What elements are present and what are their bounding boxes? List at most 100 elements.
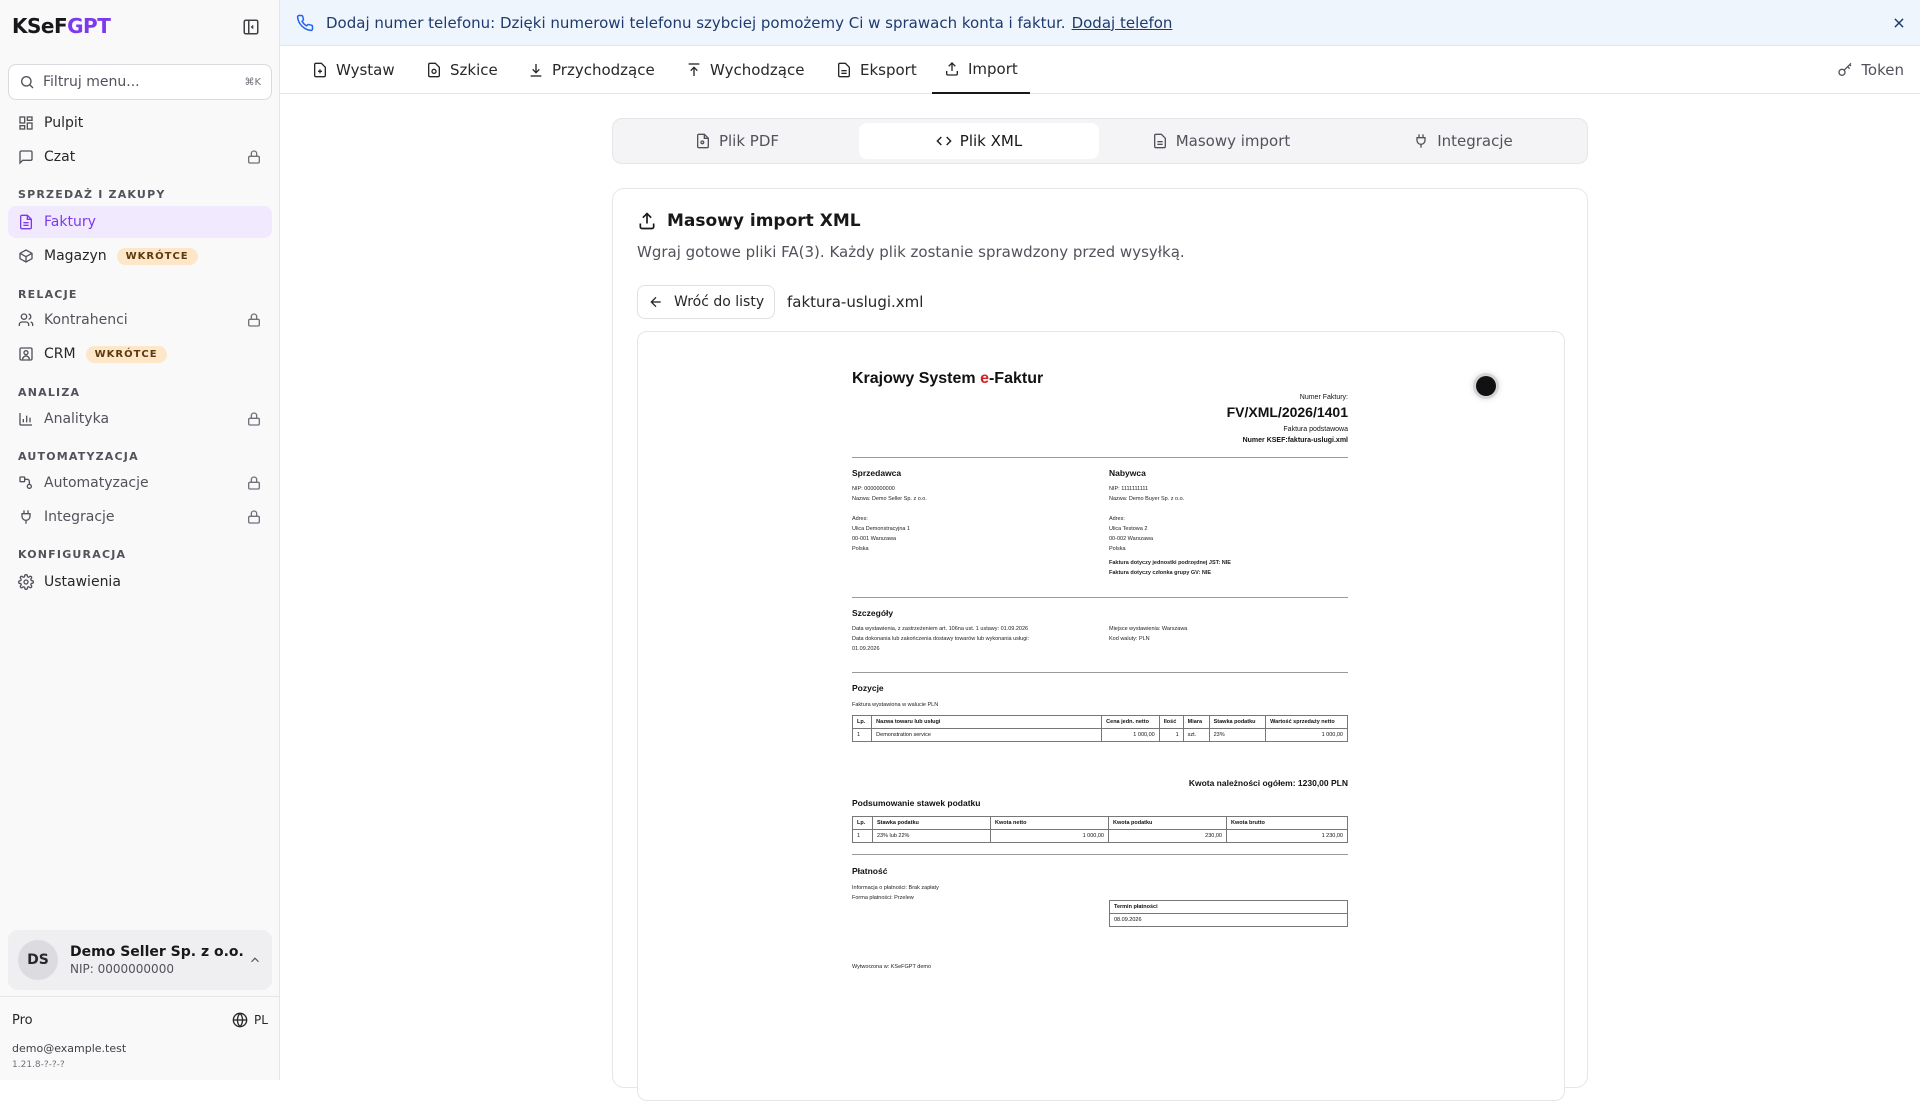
sidebar-toggle-icon[interactable] (242, 18, 260, 36)
tab-wystaw[interactable]: Wystaw (312, 46, 395, 94)
sidebar-item-faktury[interactable]: Faktury (8, 206, 272, 238)
phone-banner: Dodaj numer telefonu: Dzięki numerowi te… (280, 0, 1920, 46)
app-version: 1.21.8-?-?-? (12, 1060, 65, 1070)
section-automation: AUTOMATYZACJA (18, 450, 139, 463)
avatar: DS (18, 940, 58, 980)
total-amount: Kwota należności ogółem: 1230,00 PLN (1188, 778, 1348, 788)
subtab-integrations[interactable]: Integracje (1343, 123, 1583, 159)
tab-szkice[interactable]: Szkice (426, 46, 498, 94)
plan-label: Pro (12, 1013, 33, 1028)
file-name: faktura-uslugi.xml (787, 293, 924, 311)
contact-card-icon (19, 347, 33, 361)
buyer-details: NIP: 1111111111 Nazwa: Demo Buyer Sp. z o… (1109, 486, 1231, 576)
top-nav: Wystaw Szkice Przychodzące Wychodzące Ek… (280, 46, 1920, 94)
tab-przychodzace[interactable]: Przychodzące (528, 46, 655, 94)
divider (852, 854, 1348, 855)
workflow-icon (19, 476, 32, 489)
close-icon[interactable] (1892, 16, 1906, 30)
buyer-heading: Nabywca (1109, 468, 1146, 478)
users-icon (18, 313, 34, 326)
shortcut-hint: ⌘K (244, 76, 261, 88)
user-email: demo@example.test (12, 1042, 127, 1055)
dashboard-icon (19, 116, 33, 130)
sidebar-item-ustawienia[interactable]: Ustawienia (8, 566, 272, 598)
seller-heading: Sprzedawca (852, 468, 902, 478)
section-sales: SPRZEDAŻ I ZAKUPY (18, 188, 166, 201)
sidebar-item-kontrahenci[interactable]: Kontrahenci (8, 304, 272, 336)
lock-icon (248, 412, 260, 426)
sidebar-item-automatyzacje[interactable]: Automatyzacje (8, 467, 272, 499)
payment-heading: Płatność (852, 866, 888, 876)
phone-icon (296, 14, 314, 31)
cursor-dot (1476, 376, 1496, 396)
back-to-list-button[interactable]: Wróć do listy (637, 285, 776, 319)
filter-placeholder: Filtruj menu... (43, 74, 140, 90)
upload-icon (639, 212, 655, 230)
tab-import[interactable]: Import (932, 46, 1030, 94)
globe-icon (232, 1012, 248, 1028)
code-icon (936, 136, 952, 146)
items-note: Faktura wystawiona w walucie PLN (852, 702, 939, 708)
table-row: 1 23% lub 22% 1 000,00 230,00 1 230,00 (852, 829, 1348, 843)
subtab-pdf[interactable]: Plik PDF (617, 123, 857, 159)
invoice-number: FV/XML/2026/1401 (1226, 404, 1348, 420)
file-text-icon (1153, 133, 1166, 149)
invoice-type: Faktura podstawowa (1283, 426, 1348, 433)
plug-icon (1416, 134, 1426, 148)
upload-icon (688, 63, 700, 76)
table-row: 1 Demonstration service 1 000,00 1 szt. 23% 1 … (851, 728, 1348, 742)
sidebar-item-analityka[interactable]: Analityka (8, 403, 272, 435)
section-relations: RELACJE (18, 288, 78, 301)
lock-icon (248, 313, 260, 327)
file-pdf-icon (696, 133, 709, 149)
tax-summary-heading: Podsumowanie stawek podatku (852, 798, 981, 808)
doc-title: Krajowy System e-Faktur (852, 370, 1044, 387)
package-icon (19, 249, 33, 263)
card-title: Masowy import XML (637, 211, 861, 231)
token-button[interactable]: Token (1837, 46, 1904, 94)
sidebar-item-pulpit[interactable]: Pulpit (8, 107, 272, 139)
file-text-icon (838, 62, 850, 78)
invoice-number-label: Numer Faktury: (1299, 394, 1348, 401)
xml-import-card: Masowy import XML Wgraj gotowe pliki FA(… (612, 188, 1588, 1101)
account-switcher[interactable]: DS Demo Seller Sp. z o.o. NIP: 000000000… (8, 930, 272, 990)
subtab-xml[interactable]: Plik XML (859, 123, 1099, 159)
app-logo[interactable]: KSeFGPT (12, 14, 111, 38)
search-icon (21, 76, 34, 89)
language-switcher[interactable]: PL (232, 1012, 268, 1028)
seller-details: NIP: 0000000000 Nazwa: Demo Seller Sp. z … (852, 486, 927, 552)
bar-chart-icon (19, 413, 32, 426)
section-config: KONFIGURACJA (18, 548, 127, 561)
divider (852, 457, 1348, 458)
details-heading: Szczegóły (852, 608, 894, 618)
soon-badge: WKRÓTCE (116, 247, 198, 265)
sidebar-item-integracje[interactable]: Integracje (8, 501, 272, 533)
payment-term-box: Termin płatności 08.09.2026 (1109, 900, 1348, 927)
items-table: Lp. Nazwa towaru lub usługi Cena jedn. net… (851, 715, 1348, 742)
upload-icon (946, 62, 958, 76)
sidebar-item-magazyn[interactable]: Magazyn WKRÓTCE (8, 240, 272, 272)
invoice-preview[interactable]: Krajowy System e-Faktur Numer Faktury: F… (637, 331, 1565, 1101)
draft-icon (428, 62, 440, 78)
menu-filter-input[interactable]: Filtruj menu... ⌘K (8, 64, 272, 100)
banner-text: Dodaj numer telefonu: Dzięki numerowi te… (326, 13, 1066, 32)
invoice-document: Krajowy System e-Faktur Numer Faktury: F… (851, 370, 1348, 970)
tab-eksport[interactable]: Eksport (836, 46, 917, 94)
soon-badge: WKRÓTCE (85, 345, 167, 363)
subtab-mass-import[interactable]: Masowy import (1101, 123, 1341, 159)
sidebar: KSeFGPT Filtruj menu... ⌘K Pulpit Czat S… (0, 0, 280, 1080)
details-dates: Data wystawienia, z zastrzeżeniem art. 1… (852, 626, 1030, 652)
tab-wychodzace[interactable]: Wychodzące (686, 46, 804, 94)
sidebar-item-crm[interactable]: CRM WKRÓTCE (8, 338, 272, 370)
chat-icon (19, 150, 33, 165)
arrow-left-icon (650, 296, 661, 308)
divider (0, 996, 280, 997)
gear-icon (18, 574, 34, 590)
sidebar-item-czat[interactable]: Czat (8, 141, 272, 173)
add-phone-link[interactable]: Dodaj telefon (1072, 14, 1173, 32)
divider (852, 672, 1348, 673)
file-plus-icon (314, 62, 326, 78)
key-icon (1838, 62, 1852, 76)
company-name: Demo Seller Sp. z o.o. (70, 944, 244, 960)
section-analysis: ANALIZA (18, 386, 81, 399)
